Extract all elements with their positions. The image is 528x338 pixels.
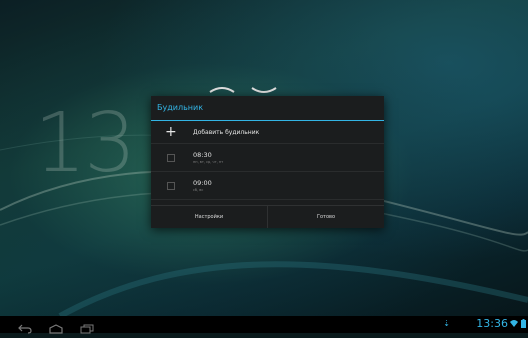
recents-icon[interactable] (80, 319, 94, 338)
alarm-item[interactable]: 08:30 пн, вт, ср, чт, пт (151, 144, 384, 172)
alarm-days: пн, вт, ср, чт, пт (193, 159, 224, 164)
unlock-handle-left (209, 87, 235, 93)
alarm-dialog: Будильник + Добавить будильник 08:30 пн,… (151, 96, 384, 228)
alarm-item[interactable]: 09:00 сб, вс (151, 172, 384, 200)
status-time: 13:36 (476, 317, 508, 330)
back-icon[interactable] (18, 319, 32, 338)
done-button[interactable]: Готово (267, 206, 384, 228)
dialog-title: Будильник (151, 96, 384, 121)
alarm-time: 08:30 (193, 150, 212, 159)
plus-icon: + (165, 124, 177, 140)
dialog-button-bar: Настройки Готово (151, 205, 384, 228)
alarm-checkbox[interactable] (167, 153, 175, 162)
battery-icon (521, 319, 526, 330)
alarm-checkbox[interactable] (167, 181, 175, 190)
unlock-handle-right (251, 87, 277, 93)
wifi-icon (510, 319, 518, 329)
system-navigation-bar: ⇣ 13:36 (0, 316, 528, 334)
lockscreen-clock: 13 (34, 96, 136, 191)
alarm-time: 09:00 (193, 178, 212, 187)
alarm-days: сб, вс (193, 187, 204, 192)
add-alarm-button[interactable]: + Добавить будильник (151, 121, 384, 144)
sync-icon: ⇣ (443, 319, 450, 328)
add-alarm-label: Добавить будильник (193, 128, 260, 136)
settings-button[interactable]: Настройки (151, 206, 267, 228)
home-icon[interactable] (48, 319, 64, 338)
